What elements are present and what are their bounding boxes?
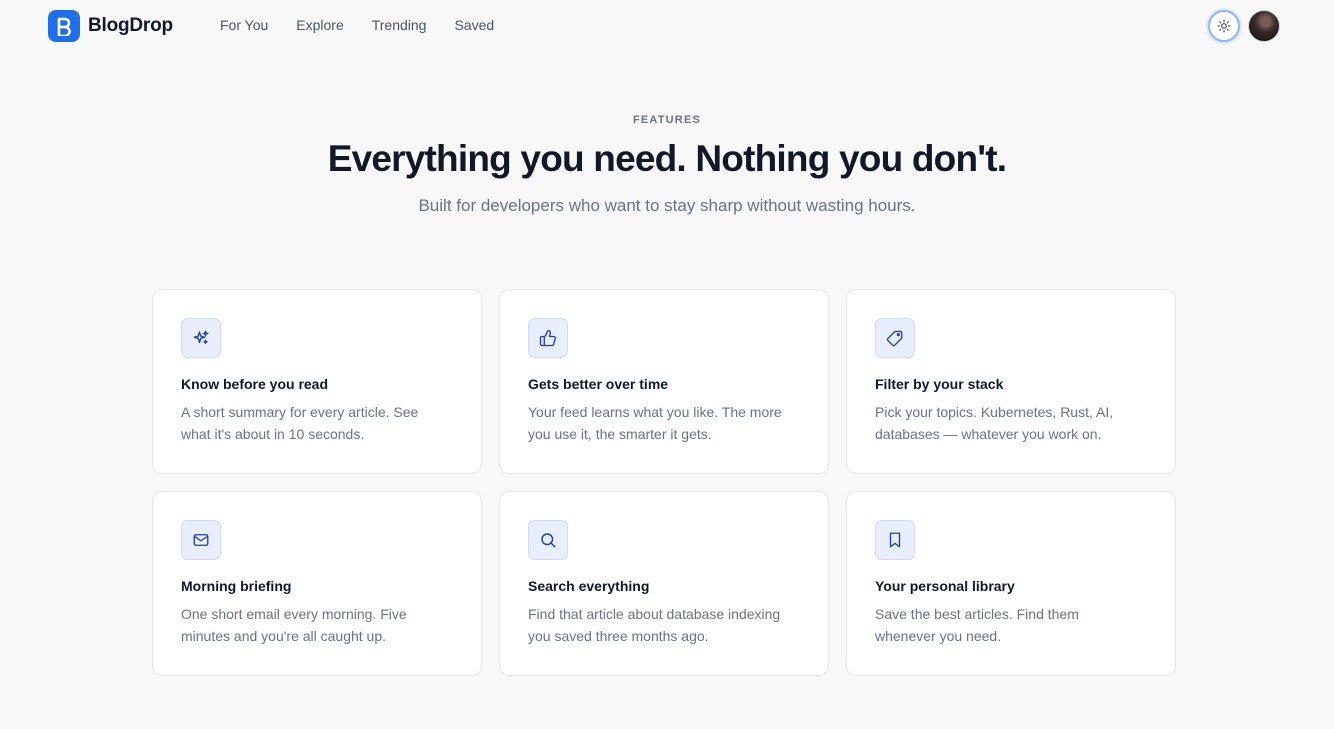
mail-icon [181, 520, 221, 560]
search-icon [528, 520, 568, 560]
feature-description: Save the best articles. Find them whenev… [875, 606, 1079, 644]
feature-card-summary: Know before you read A short summary for… [152, 289, 482, 474]
brand[interactable]: BlogDrop [48, 10, 173, 42]
feature-title: Gets better over time [528, 376, 669, 392]
brand-name: BlogDrop [88, 15, 173, 36]
feature-title: Know before you read [181, 376, 329, 392]
main-nav: For You Explore Trending Saved [220, 17, 494, 33]
nav-explore[interactable]: Explore [296, 17, 343, 33]
tag-icon [875, 318, 915, 358]
theme-toggle-button[interactable] [1208, 10, 1240, 42]
section-eyebrow: FEATURES [632, 114, 702, 126]
feature-title: Your personal library [875, 578, 1015, 594]
nav-trending[interactable]: Trending [372, 17, 427, 33]
bookmark-icon [875, 520, 915, 560]
feature-description: Find that article about database indexin… [528, 606, 781, 644]
feature-description: Your feed learns what you like. The more… [528, 404, 782, 442]
header-actions [1208, 10, 1280, 42]
top-navbar: BlogDrop For You Explore Trending Saved [0, 0, 1334, 52]
page-title: Everything you need. Nothing you don't. [327, 138, 1007, 179]
feature-description: Pick your topics. Kubernetes, Rust, AI, … [875, 404, 1114, 442]
nav-for-you[interactable]: For You [220, 17, 268, 33]
feature-card-search: Search everything Find that article abou… [499, 491, 829, 676]
feature-card-briefing: Morning briefing One short email every m… [152, 491, 482, 676]
feature-description: One short email every morning. Five minu… [181, 606, 407, 644]
thumbs-up-icon [528, 318, 568, 358]
feature-card-library: Your personal library Save the best arti… [846, 491, 1176, 676]
feature-title: Search everything [528, 578, 650, 594]
feature-title: Morning briefing [181, 578, 292, 594]
feature-grid: Know before you read A short summary for… [152, 289, 1176, 676]
feature-title: Filter by your stack [875, 376, 1004, 392]
avatar[interactable] [1248, 10, 1280, 42]
feature-card-learning: Gets better over time Your feed learns w… [499, 289, 829, 474]
feature-description: A short summary for every article. See w… [181, 404, 419, 442]
features-hero: FEATURES Everything you need. Nothing yo… [0, 114, 1334, 216]
nav-saved[interactable]: Saved [454, 17, 494, 33]
sun-icon [1217, 19, 1231, 33]
page-subtitle: Built for developers who want to stay sh… [418, 196, 916, 215]
feature-card-filter: Filter by your stack Pick your topics. K… [846, 289, 1176, 474]
sparkles-icon [181, 318, 221, 358]
blogdrop-logo-icon [48, 10, 80, 42]
